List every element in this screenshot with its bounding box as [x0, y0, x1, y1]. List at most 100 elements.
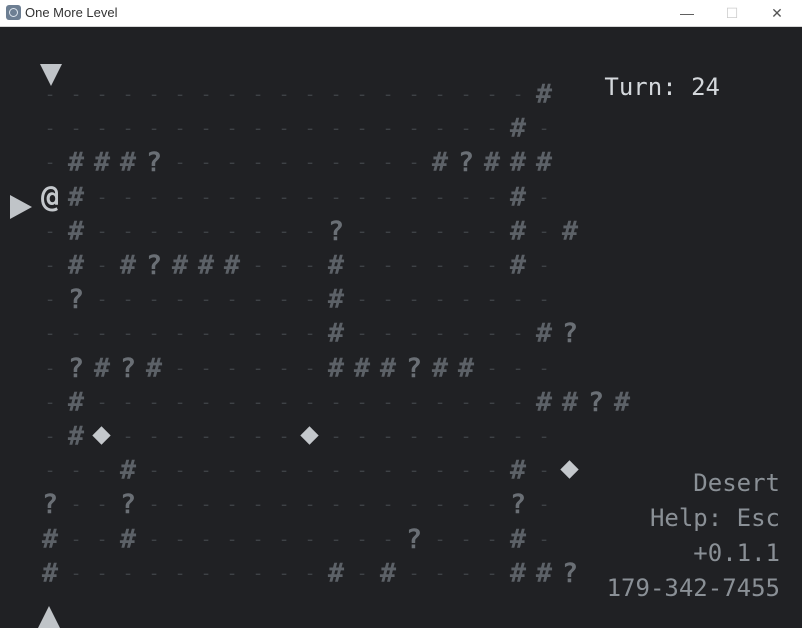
floor-tile: -	[304, 152, 316, 174]
floor-tile: -	[122, 562, 134, 584]
wall-tile: #	[119, 147, 137, 179]
floor-tile: -	[96, 255, 108, 276]
unknown-tile: ?	[67, 284, 85, 316]
minimize-button[interactable]: —	[667, 2, 707, 24]
floor-tile: -	[304, 562, 316, 584]
floor-tile: -	[122, 426, 134, 447]
floor-tile: -	[226, 357, 238, 379]
floor-tile: -	[330, 84, 342, 105]
floor-tile: -	[226, 460, 238, 482]
maximize-button[interactable]: ☐	[712, 2, 752, 24]
floor-tile: -	[460, 118, 472, 140]
floor-tile: -	[252, 255, 264, 276]
floor-tile: -	[382, 494, 394, 516]
floor-tile: -	[70, 460, 82, 482]
floor-tile: -	[122, 84, 134, 105]
floor-tile: -	[486, 220, 498, 242]
floor-tile: -	[96, 220, 108, 242]
floor-tile: -	[226, 289, 238, 311]
floor-tile: -	[174, 357, 186, 379]
floor-tile: -	[44, 152, 56, 174]
floor-tile: -	[486, 562, 498, 584]
wall-tile: #	[509, 455, 527, 487]
floor-tile: -	[356, 152, 368, 174]
floor-tile: -	[122, 220, 134, 242]
floor-tile: -	[512, 323, 524, 345]
floor-tile: -	[96, 118, 108, 140]
floor-tile: -	[96, 460, 108, 482]
floor-tile: -	[486, 357, 498, 379]
floor-tile: -	[356, 186, 368, 208]
floor-tile: -	[304, 220, 316, 242]
floor-tile: -	[174, 494, 186, 516]
floor-tile: -	[382, 255, 394, 276]
wall-tile: #	[535, 386, 553, 418]
floor-tile: -	[460, 84, 472, 105]
floor-tile: -	[304, 460, 316, 482]
floor-tile: -	[486, 255, 498, 276]
wall-tile: #	[327, 557, 345, 589]
scroll-up-arrow-icon[interactable]	[38, 606, 60, 628]
game-viewport[interactable]: - - - - - - - - - - - - - - - - - - - # - - - - - - - - - - - - - - - - - - # -…	[0, 27, 802, 628]
floor-tile: -	[460, 391, 472, 413]
floor-tile: -	[278, 391, 290, 413]
floor-tile: -	[538, 255, 550, 276]
floor-tile: -	[512, 426, 524, 447]
floor-tile: -	[304, 494, 316, 516]
floor-tile: -	[512, 391, 524, 413]
wall-tile: #	[509, 181, 527, 213]
floor-tile: -	[122, 118, 134, 140]
floor-tile: -	[330, 186, 342, 208]
close-button[interactable]: ✕	[757, 2, 797, 24]
floor-tile: -	[148, 323, 160, 345]
floor-tile: -	[278, 460, 290, 482]
wall-tile: #	[327, 352, 345, 384]
floor-tile: -	[382, 426, 394, 447]
floor-tile: -	[382, 391, 394, 413]
wall-tile: #	[197, 250, 215, 281]
floor-tile: -	[278, 118, 290, 140]
floor-tile: -	[226, 426, 238, 447]
floor-tile: -	[70, 494, 82, 516]
floor-tile: -	[44, 255, 56, 276]
floor-tile: -	[434, 289, 446, 311]
floor-tile: -	[408, 562, 420, 584]
wall-tile: #	[67, 181, 85, 213]
floor-tile: -	[330, 118, 342, 140]
floor-tile: -	[278, 494, 290, 516]
floor-tile: -	[304, 357, 316, 379]
floor-tile: -	[226, 528, 238, 550]
floor-tile: -	[330, 152, 342, 174]
floor-tile: -	[70, 84, 82, 105]
floor-tile: -	[122, 323, 134, 345]
floor-tile: -	[356, 562, 368, 584]
unknown-tile: ?	[561, 318, 579, 350]
floor-tile: -	[486, 528, 498, 550]
floor-tile: -	[174, 323, 186, 345]
floor-tile: -	[122, 186, 134, 208]
floor-tile: -	[486, 323, 498, 345]
unknown-tile: ?	[405, 523, 423, 555]
floor-tile: -	[252, 152, 264, 174]
floor-tile: -	[382, 84, 394, 105]
floor-tile: -	[278, 562, 290, 584]
floor-tile: -	[408, 494, 420, 516]
floor-tile: -	[382, 220, 394, 242]
floor-tile: -	[460, 255, 472, 276]
floor-tile: -	[174, 528, 186, 550]
floor-tile: -	[538, 186, 550, 208]
floor-tile: -	[434, 562, 446, 584]
floor-tile: -	[96, 289, 108, 311]
floor-tile: -	[486, 289, 498, 311]
version-label: +0.1.1	[693, 539, 780, 567]
floor-tile: -	[356, 220, 368, 242]
floor-tile: -	[200, 426, 212, 447]
unknown-tile: ?	[119, 352, 137, 384]
floor-tile: -	[44, 118, 56, 140]
floor-tile: -	[460, 528, 472, 550]
floor-tile: -	[226, 186, 238, 208]
wall-tile: #	[353, 352, 371, 384]
floor-tile: -	[200, 528, 212, 550]
floor-tile: -	[356, 528, 368, 550]
diamond-item-icon	[297, 420, 323, 454]
